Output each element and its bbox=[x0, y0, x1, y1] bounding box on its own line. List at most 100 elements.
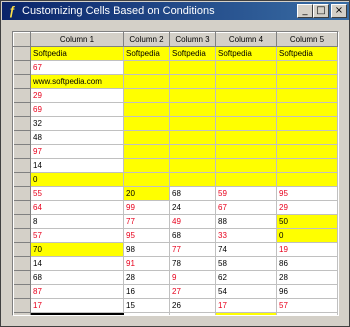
grid-cell[interactable] bbox=[123, 158, 170, 173]
grid-cell[interactable]: 14 bbox=[30, 158, 124, 173]
grid-cell[interactable]: Softpedia bbox=[276, 46, 338, 61]
grid-cell[interactable]: 19 bbox=[276, 242, 338, 257]
row-header[interactable] bbox=[13, 158, 31, 173]
grid-cell[interactable] bbox=[169, 130, 216, 145]
row-header[interactable] bbox=[13, 214, 31, 229]
grid-cell[interactable] bbox=[169, 88, 216, 103]
grid-cell[interactable]: 49 bbox=[30, 312, 124, 315]
grid-cell[interactable] bbox=[215, 60, 277, 75]
column-header[interactable]: Column 4 bbox=[215, 32, 277, 47]
grid-cell[interactable]: 74 bbox=[215, 242, 277, 257]
grid-cell[interactable]: 29 bbox=[276, 200, 338, 215]
grid-cell[interactable]: 48 bbox=[30, 130, 124, 145]
grid-cell[interactable] bbox=[123, 116, 170, 131]
grid-cell[interactable]: Softpedia bbox=[215, 46, 277, 61]
grid-cell[interactable] bbox=[276, 60, 338, 75]
row-header[interactable] bbox=[13, 144, 31, 159]
grid-cell[interactable] bbox=[169, 60, 216, 75]
grid-cell[interactable] bbox=[276, 116, 338, 131]
grid-cell[interactable]: 91 bbox=[123, 256, 170, 271]
column-header[interactable]: Column 5 bbox=[276, 32, 338, 47]
grid-cell[interactable] bbox=[169, 102, 216, 117]
grid-cell[interactable] bbox=[169, 158, 216, 173]
column-header[interactable]: Column 2 bbox=[123, 32, 170, 47]
grid-cell[interactable] bbox=[276, 158, 338, 173]
row-header[interactable] bbox=[13, 116, 31, 131]
grid-cell[interactable]: 32 bbox=[30, 116, 124, 131]
grid-cell[interactable]: 68 bbox=[169, 186, 216, 201]
grid-cell[interactable]: 64 bbox=[30, 200, 124, 215]
row-header[interactable] bbox=[13, 60, 31, 75]
grid-cell[interactable] bbox=[276, 144, 338, 159]
grid-cell[interactable] bbox=[123, 144, 170, 159]
grid-cell[interactable]: 14 bbox=[30, 256, 124, 271]
grid-cell[interactable]: 87 bbox=[30, 284, 124, 299]
grid-cell[interactable]: 58 bbox=[215, 256, 277, 271]
grid-cell[interactable]: 0 bbox=[30, 172, 124, 187]
grid-cell[interactable]: 15 bbox=[169, 312, 216, 315]
grid-cell[interactable]: 49 bbox=[169, 214, 216, 229]
grid-cell[interactable]: 77 bbox=[123, 214, 170, 229]
grid-cell[interactable]: 33 bbox=[215, 228, 277, 243]
grid-cell[interactable]: 73 bbox=[276, 312, 338, 315]
grid-cell[interactable] bbox=[123, 172, 170, 187]
grid-cell[interactable]: 26 bbox=[169, 298, 216, 313]
grid-cell[interactable]: 69 bbox=[30, 102, 124, 117]
close-button[interactable]: × bbox=[331, 4, 347, 18]
column-header[interactable]: Column 1 bbox=[30, 32, 124, 47]
row-header[interactable] bbox=[13, 242, 31, 257]
grid-cell[interactable]: 96 bbox=[276, 284, 338, 299]
row-header[interactable] bbox=[13, 200, 31, 215]
grid-cell[interactable] bbox=[123, 102, 170, 117]
grid-cell[interactable]: 50 bbox=[276, 214, 338, 229]
grid-cell[interactable]: 27 bbox=[169, 284, 216, 299]
title-bar[interactable]: ƒ Customizing Cells Based on Conditions … bbox=[2, 2, 349, 20]
grid-cell[interactable]: 68 bbox=[169, 228, 216, 243]
grid-cell[interactable]: 67 bbox=[215, 200, 277, 215]
corner-header[interactable] bbox=[13, 32, 31, 47]
grid-cell[interactable]: 60 bbox=[215, 312, 277, 315]
grid-cell[interactable] bbox=[276, 74, 338, 89]
row-header[interactable] bbox=[13, 256, 31, 271]
grid-cell[interactable] bbox=[169, 172, 216, 187]
grid-cell[interactable] bbox=[123, 88, 170, 103]
grid-cell[interactable]: 57 bbox=[276, 298, 338, 313]
grid-cell[interactable]: 88 bbox=[215, 214, 277, 229]
grid-cell[interactable] bbox=[169, 116, 216, 131]
row-header[interactable] bbox=[13, 228, 31, 243]
grid-cell[interactable]: www.softpedia.com bbox=[30, 74, 124, 89]
grid-cell[interactable] bbox=[215, 88, 277, 103]
row-header[interactable] bbox=[13, 102, 31, 117]
row-header[interactable] bbox=[13, 46, 31, 61]
grid-cell[interactable]: 70 bbox=[30, 242, 124, 257]
grid-cell[interactable]: 67 bbox=[30, 60, 124, 75]
grid-cell[interactable] bbox=[169, 144, 216, 159]
grid-cell[interactable] bbox=[215, 74, 277, 89]
grid-cell[interactable]: 20 bbox=[123, 186, 170, 201]
column-header[interactable]: Column 3 bbox=[169, 32, 216, 47]
grid-cell[interactable]: Softpedia bbox=[123, 46, 170, 61]
grid-cell[interactable]: Softpedia bbox=[169, 46, 216, 61]
grid-cell[interactable]: 55 bbox=[30, 186, 124, 201]
grid-cell[interactable] bbox=[123, 74, 170, 89]
grid-cell[interactable]: 24 bbox=[169, 200, 216, 215]
grid-cell[interactable]: 8 bbox=[30, 214, 124, 229]
row-header[interactable] bbox=[13, 298, 31, 313]
grid-cell[interactable]: 28 bbox=[276, 270, 338, 285]
row-header[interactable] bbox=[13, 270, 31, 285]
grid-cell[interactable]: 16 bbox=[123, 284, 170, 299]
grid-cell[interactable]: 54 bbox=[215, 284, 277, 299]
maximize-button[interactable]: □ bbox=[313, 4, 329, 18]
grid-cell[interactable] bbox=[276, 102, 338, 117]
grid-cell[interactable]: 17 bbox=[30, 298, 124, 313]
grid-cell[interactable]: 57 bbox=[30, 228, 124, 243]
grid-cell[interactable] bbox=[276, 88, 338, 103]
grid-cell[interactable]: 98 bbox=[123, 242, 170, 257]
grid-cell[interactable]: 59 bbox=[215, 186, 277, 201]
minimize-button[interactable]: _ bbox=[297, 4, 313, 18]
row-header[interactable] bbox=[13, 284, 31, 299]
row-header[interactable] bbox=[13, 130, 31, 145]
row-header[interactable] bbox=[13, 186, 31, 201]
grid-cell[interactable] bbox=[215, 116, 277, 131]
grid-cell[interactable] bbox=[215, 172, 277, 187]
